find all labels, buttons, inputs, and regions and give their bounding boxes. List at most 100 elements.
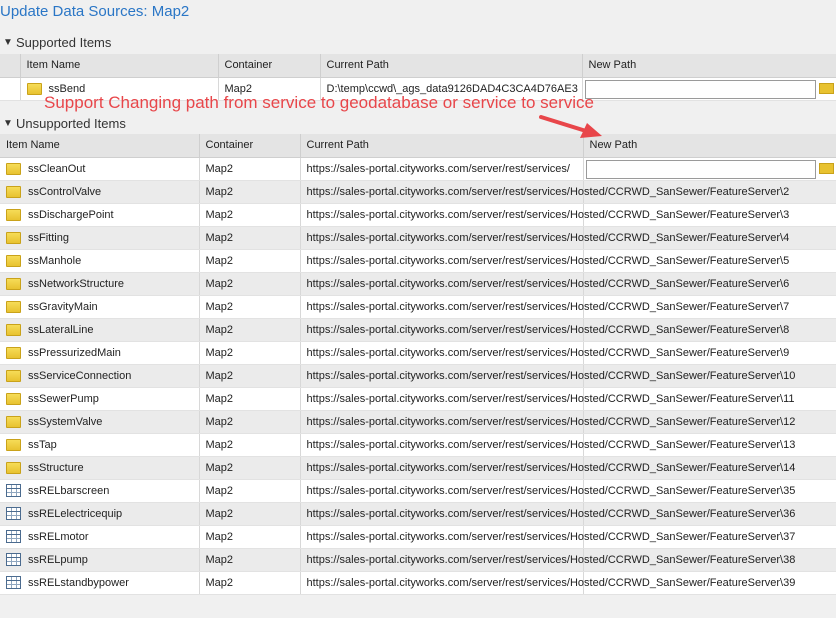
item-name: ssNetworkStructure (28, 277, 124, 290)
column-header-current-path[interactable]: Current Path (300, 134, 584, 158)
item-current-path-text: https://sales-portal.cityworks.com/serve… (306, 553, 796, 566)
column-header-new-path[interactable]: New Path (583, 134, 836, 158)
item-current-path: https://sales-portal.cityworks.com/serve… (300, 180, 789, 204)
annotation-text: Support Changing path from service to ge… (44, 93, 594, 112)
item-current-path-text: https://sales-portal.cityworks.com/serve… (306, 438, 796, 451)
item-current-path: https://sales-portal.cityworks.com/serve… (300, 341, 789, 365)
item-container: Map2 (199, 410, 301, 434)
table-row[interactable]: ssRELbarscreen Map2 https://sales-portal.c… (0, 479, 836, 503)
table-icon (6, 484, 21, 497)
table-row[interactable]: ssNetworkStructure Map2 https://sales-port… (0, 272, 836, 296)
item-current-path-text: https://sales-portal.cityworks.com/serve… (306, 392, 795, 405)
table-row[interactable]: ssSystemValve Map2 https://sales-portal.ci… (0, 410, 836, 434)
unsupported-items-header[interactable]: ▼ Unsupported Items (0, 114, 126, 132)
column-header-item-name[interactable]: Item Name (20, 54, 219, 78)
table-row[interactable]: ssServiceConnection Map2 https://sales-por… (0, 364, 836, 388)
item-container: Map2 (199, 203, 301, 227)
column-header-current-path[interactable]: Current Path (320, 54, 583, 78)
table-row[interactable]: ssRELelectricequip Map2 https://sales-port… (0, 502, 836, 526)
item-current-path: https://sales-portal.cityworks.com/serve… (300, 479, 795, 503)
item-name: ssTap (28, 438, 57, 451)
table-row[interactable]: ssRELstandbypower Map2 https://sales-porta… (0, 571, 836, 595)
column-header-new-path[interactable]: New Path (582, 54, 836, 78)
item-current-path-text: https://sales-portal.cityworks.com/serve… (306, 461, 796, 474)
table-row[interactable]: ssStructure Map2 https://sales-portal.city… (0, 456, 836, 480)
feature-class-icon (6, 208, 21, 221)
item-current-path: https://sales-portal.cityworks.com/serve… (300, 318, 789, 342)
item-current-path: https://sales-portal.cityworks.com/serve… (300, 387, 795, 411)
item-name: ssRELbarscreen (28, 484, 110, 497)
item-current-path: https://sales-portal.cityworks.com/serve… (300, 456, 795, 480)
chevron-down-icon[interactable]: ▼ (0, 37, 16, 48)
new-path-input[interactable] (584, 79, 816, 99)
item-current-path: https://sales-portal.cityworks.com/serve… (300, 272, 789, 296)
item-current-path-text: https://sales-portal.cityworks.com/serve… (306, 484, 796, 497)
item-current-path-text: https://sales-portal.cityworks.com/serve… (306, 162, 570, 175)
item-container: Map2 (199, 249, 301, 273)
table-row[interactable]: ssLateralLine Map2 https://sales-portal.ci… (0, 318, 836, 342)
table-row[interactable]: ssGravityMain Map2 https://sales-portal.ci… (0, 295, 836, 319)
item-container: Map2 (199, 180, 301, 204)
folder-icon[interactable] (818, 82, 834, 94)
feature-class-icon (6, 369, 21, 382)
item-container: Map2 (199, 295, 301, 319)
item-name: ssRELelectricequip (28, 507, 123, 520)
item-name: ssSewerPump (28, 392, 99, 405)
feature-class-icon (6, 392, 21, 405)
item-current-path: https://sales-portal.cityworks.com/serve… (300, 502, 795, 526)
item-container: Map2 (199, 456, 301, 480)
row-gutter (0, 77, 21, 101)
item-container: Map2 (199, 502, 301, 526)
table-row[interactable]: ssFitting Map2 https://sales-portal.citywo… (0, 226, 836, 250)
item-current-path: https://sales-portal.cityworks.com/serve… (300, 364, 795, 388)
item-container: Map2 (199, 433, 301, 457)
new-path-input[interactable] (585, 159, 816, 179)
item-current-path: https://sales-portal.cityworks.com/serve… (300, 226, 789, 250)
table-row[interactable]: ssControlValve Map2 https://sales-portal.c… (0, 180, 836, 204)
item-container: Map2 (199, 341, 301, 365)
supported-items-header[interactable]: ▼ Supported Items (0, 33, 111, 51)
item-container: Map2 (199, 364, 301, 388)
unsupported-header-row: Item Name Container Current Path New Pat… (0, 134, 836, 158)
item-current-path: https://sales-portal.cityworks.com/serve… (300, 157, 584, 181)
item-current-path: https://sales-portal.cityworks.com/serve… (300, 433, 795, 457)
table-row[interactable]: ssRELpump Map2 https://sales-portal.citywo… (0, 548, 836, 572)
column-header-container[interactable]: Container (218, 54, 321, 78)
feature-class-icon (6, 162, 21, 175)
table-row[interactable]: ssCleanOut Map2 https://sales-portal.cityw… (0, 157, 836, 181)
item-current-path-text: https://sales-portal.cityworks.com/serve… (306, 530, 796, 543)
item-current-path: https://sales-portal.cityworks.com/serve… (300, 571, 795, 595)
item-container: Map2 (199, 571, 301, 595)
column-header-container[interactable]: Container (199, 134, 301, 158)
item-current-path-text: https://sales-portal.cityworks.com/serve… (306, 507, 796, 520)
item-name: ssServiceConnection (28, 369, 132, 382)
table-row[interactable]: ssDischargePoint Map2 https://sales-portal… (0, 203, 836, 227)
feature-class-icon (6, 346, 21, 359)
column-header-item-name[interactable]: Item Name (0, 134, 200, 158)
table-row[interactable]: ssSewerPump Map2 https://sales-portal.city… (0, 387, 836, 411)
table-row[interactable]: ssTap Map2 https://sales-portal.cityworks.… (0, 433, 836, 457)
feature-class-icon (6, 231, 21, 244)
supported-gutter-header (0, 54, 21, 78)
table-row[interactable]: ssManhole Map2 https://sales-portal.citywo… (0, 249, 836, 273)
table-row[interactable]: ssPressurizedMain Map2 https://sales-porta… (0, 341, 836, 365)
item-container: Map2 (199, 548, 301, 572)
item-container: Map2 (199, 157, 301, 181)
chevron-down-icon[interactable]: ▼ (0, 118, 16, 129)
item-current-path-text: https://sales-portal.cityworks.com/serve… (306, 208, 790, 221)
item-container: Map2 (199, 387, 301, 411)
item-current-path-text: https://sales-portal.cityworks.com/serve… (306, 254, 790, 267)
item-current-path-text: https://sales-portal.cityworks.com/serve… (306, 415, 796, 428)
feature-class-icon (6, 438, 21, 451)
table-icon (6, 553, 21, 566)
item-name: ssGravityMain (28, 300, 98, 313)
table-row[interactable]: ssRELmotor Map2 https://sales-portal.cityw… (0, 525, 836, 549)
item-current-path-text: https://sales-portal.cityworks.com/serve… (306, 231, 790, 244)
item-current-path: https://sales-portal.cityworks.com/serve… (300, 410, 795, 434)
item-name: ssStructure (28, 461, 84, 474)
table-icon (6, 507, 21, 520)
item-container: Map2 (199, 479, 301, 503)
feature-class-icon (6, 323, 21, 336)
folder-icon[interactable] (818, 162, 834, 174)
item-current-path: https://sales-portal.cityworks.com/serve… (300, 548, 795, 572)
